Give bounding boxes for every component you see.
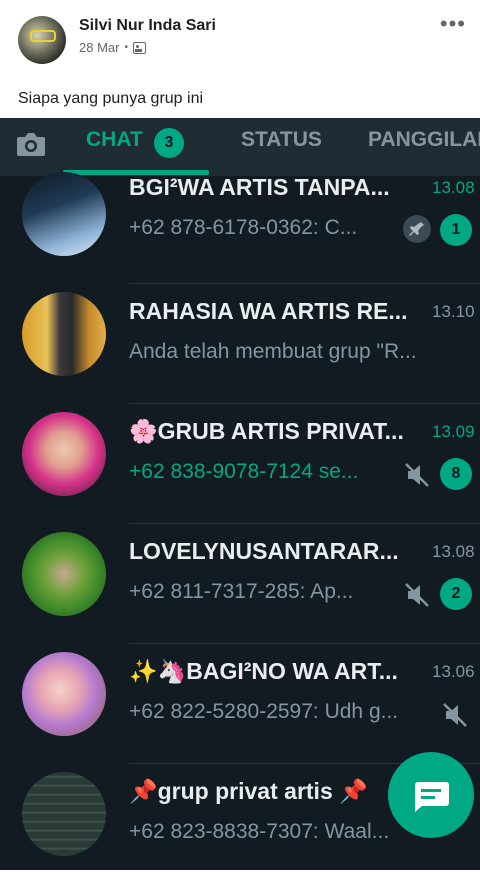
chat-time: 13.08 [432,178,475,197]
author-name[interactable]: Silvi Nur Inda Sari [79,17,216,35]
chat-time: 13.09 [432,422,475,441]
chat-row: BGI²WA ARTIS TANPA... 13.08 +62 878-6178… [0,164,480,284]
unread-count-badge: 2 [440,578,472,610]
chat-time: 13.06 [432,662,475,681]
tab-calls: PANGGILAN [368,128,480,151]
chat-avatar [22,412,106,496]
chat-preview: +62 878-6178-0362: C... [129,216,358,239]
unread-count-badge: 8 [440,458,472,490]
post-meta: 28 Mar • [79,40,146,55]
camera-icon [17,133,45,156]
author-avatar[interactable] [18,16,66,64]
chat-row: RAHASIA WA ARTIS RE... 13.10 Anda telah … [0,284,480,404]
chat-time: 13.08 [432,542,475,561]
chat-preview: +62 822-5280-2597: Udh g... [129,700,399,723]
chat-row: ✨🦄BAGI²NO WA ART... 13.06 +62 822-5280-2… [0,644,480,764]
chat-row: LOVELYNUSANTARAR... 13.08 +62 811-7317-2… [0,524,480,644]
chat-name: ✨🦄BAGI²NO WA ART... [129,658,398,684]
chat-avatar [22,652,106,736]
chat-unread-badge: 3 [154,128,184,158]
chat-preview: Anda telah membuat grup "R... [129,340,417,363]
chat-preview: +62 823-8838-7307: Waal... [129,820,390,843]
unread-count-badge: 1 [440,214,472,246]
more-options-icon[interactable]: ••• [440,13,466,35]
new-chat-button[interactable] [388,752,474,838]
chat-name: 📌grup privat artis 📌 [129,778,368,804]
chat-preview: +62 811-7317-285: Ap... [129,580,354,603]
message-icon [415,782,449,812]
chat-preview: +62 838-9078-7124 se... [129,460,359,483]
chat-avatar [22,772,106,856]
chat-name: LOVELYNUSANTARAR... [129,538,399,564]
post-caption: Siapa yang punya grup ini [18,90,204,107]
chat-time: 13.10 [432,302,475,321]
chat-avatar [22,292,106,376]
chat-avatar [22,532,106,616]
whatsapp-screenshot[interactable]: CHAT 3 STATUS PANGGILAN BGI²WA ARTIS TAN… [0,118,480,870]
mute-icon [405,463,429,487]
chat-avatar [22,172,106,256]
post-date[interactable]: 28 Mar [79,40,119,55]
chat-name: RAHASIA WA ARTIS RE... [129,298,408,324]
chat-name: 🌸GRUB ARTIS PRIVAT... [129,418,404,444]
meta-separator: • [124,42,128,53]
mute-icon [443,703,467,727]
tab-status: STATUS [241,128,322,151]
post-header: Silvi Nur Inda Sari 28 Mar • ••• [0,0,480,80]
chat-row: 🌸GRUB ARTIS PRIVAT... 13.09 +62 838-9078… [0,404,480,524]
mute-icon [405,583,429,607]
privacy-photo-icon [132,41,146,54]
chat-name: BGI²WA ARTIS TANPA... [129,174,390,200]
pin-icon [403,215,431,243]
tab-chat: CHAT [86,128,143,151]
